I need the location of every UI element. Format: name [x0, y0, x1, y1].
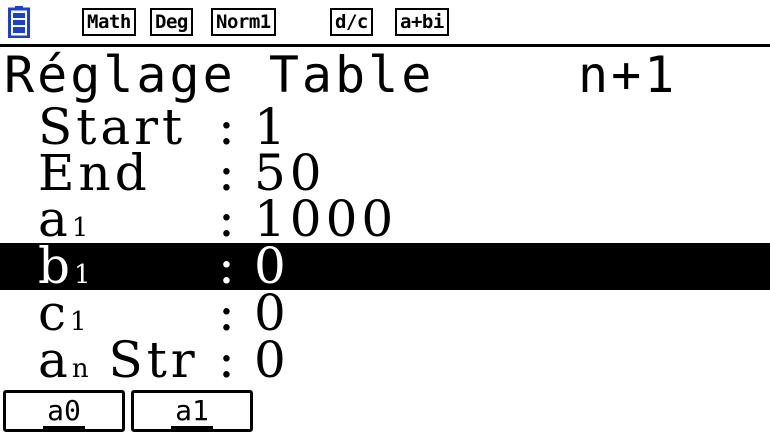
mode-badge-fraction: d/c	[330, 8, 373, 36]
function-key-bar: a0 a1	[0, 388, 770, 434]
setting-row-b1[interactable]: b1 : 0	[0, 237, 770, 295]
setting-row-a1[interactable]: a1 : 1000	[0, 190, 770, 248]
mode-badge-angle: Deg	[150, 8, 193, 36]
mode-badge-math: Math	[82, 8, 136, 36]
f2-label: a1	[171, 396, 213, 429]
row-value: 0	[254, 331, 290, 389]
recursion-type: n+1	[578, 46, 678, 104]
f2-key-a1[interactable]: a1	[131, 390, 253, 432]
f1-label: a0	[43, 396, 85, 429]
row-colon: :	[218, 331, 235, 389]
mode-badge-display: Norm1	[211, 8, 276, 36]
calculator-screen: Math Deg Norm1 d/c a+bi Réglage Table n+…	[0, 0, 770, 434]
mode-badge-complex: a+bi	[395, 8, 449, 36]
setting-row-c1[interactable]: c1 : 0	[0, 284, 770, 342]
status-bar: Math Deg Norm1 d/c a+bi	[0, 0, 770, 44]
battery-icon	[8, 6, 30, 38]
setting-row-an-start[interactable]: an Str : 0	[0, 331, 770, 389]
f1-key-a0[interactable]: a0	[3, 390, 125, 432]
screen-title: Réglage Table	[4, 46, 435, 104]
